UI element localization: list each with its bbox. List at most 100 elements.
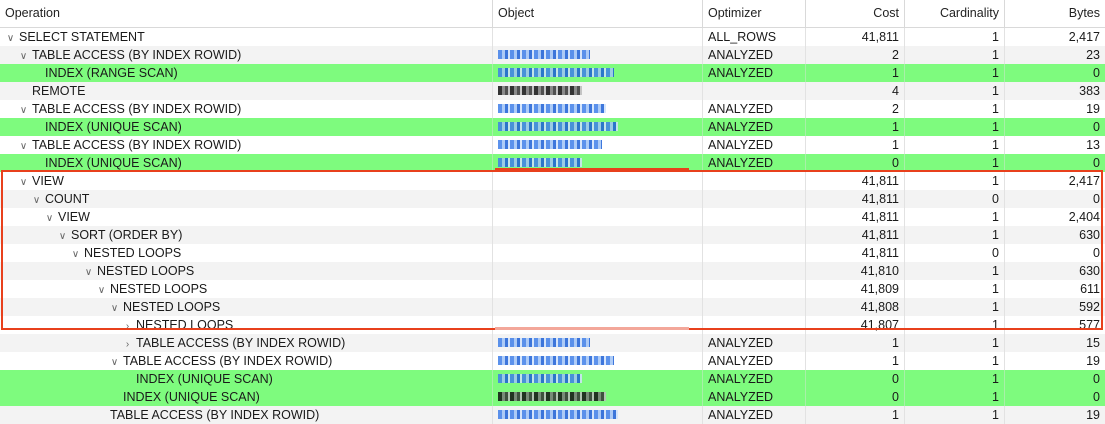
header-bytes[interactable]: Bytes [1005,0,1105,27]
bytes-cell: 0 [1093,156,1100,170]
plan-row[interactable]: ∨TABLE ACCESS (BY INDEX ROWID)ANALYZED11… [0,406,1105,424]
operation-cell: › TABLE ACCESS (BY INDEX ROWID) [0,334,493,352]
operation-cell: ∨TABLE ACCESS (BY INDEX ROWID) [0,46,493,64]
redacted-object-name [498,68,614,77]
collapse-chevron-icon[interactable]: ∨ [95,282,108,298]
plan-row[interactable]: ∨ COUNT 41,811 0 0 [0,190,1105,208]
optimizer-cell [703,172,806,190]
operation-label: SELECT STATEMENT [19,30,145,44]
bytes-cell: 19 [1086,408,1100,422]
cardinality-cell: 1 [905,406,1005,424]
operation-label: INDEX (UNIQUE SCAN) [123,390,260,404]
plan-row[interactable]: ∨TABLE ACCESS (BY INDEX ROWID)ANALYZED11… [0,136,1105,154]
optimizer-cell: ALL_ROWS [703,28,806,46]
redacted-object-name [498,104,606,113]
cardinality-cell: 1 [905,298,1005,316]
cost-cell: 41,811 [806,190,905,208]
cardinality-cell: 1 [905,370,1005,388]
optimizer-cell [703,280,806,298]
collapse-chevron-icon[interactable]: ∨ [17,102,30,118]
expand-chevron-icon[interactable]: › [121,336,134,352]
bytes-cell: 630 [1079,228,1100,242]
expand-chevron-icon[interactable]: › [121,318,134,334]
cardinality-cell: 1 [905,226,1005,244]
grid-header: Operation Object Optimizer Cost Cardinal… [0,0,1105,28]
plan-row[interactable]: ∨ NESTED LOOPS 41,811 0 0 [0,244,1105,262]
selection-top-marker [495,168,689,170]
plan-row[interactable]: ∨ TABLE ACCESS (BY INDEX ROWID) ANALYZED 2 1… [0,46,1105,64]
operation-label: NESTED LOOPS [136,318,234,332]
plan-row[interactable]: ∨ NESTED LOOPS 41,808 1 592 [0,298,1105,316]
operation-label: INDEX (UNIQUE SCAN) [45,120,182,134]
operation-cell: ∨REMOTE [0,82,493,100]
header-object[interactable]: Object [493,0,703,27]
operation-label: INDEX (UNIQUE SCAN) [45,156,182,170]
plan-row[interactable]: ∨TABLE ACCESS (BY INDEX ROWID)ANALYZED11… [0,352,1105,370]
cost-cell: 0 [806,154,905,172]
plan-row[interactable]: ∨REMOTE 41 383 [0,82,1105,100]
header-optimizer[interactable]: Optimizer [703,0,806,27]
operation-cell: ∨TABLE ACCESS (BY INDEX ROWID) [0,136,493,154]
collapse-chevron-icon[interactable]: ∨ [30,192,43,208]
optimizer-cell: ANALYZED [703,118,806,136]
plan-row[interactable]: ∨ SELECT STATEMENT ALL_ROWS 41,811 1 2,417 [0,28,1105,46]
operation-label: VIEW [58,210,90,224]
redacted-object-name [498,158,582,167]
optimizer-cell: ANALYZED [703,64,806,82]
cardinality-cell: 1 [905,262,1005,280]
object-cell [493,100,703,118]
optimizer-cell: ANALYZED [703,154,806,172]
object-cell [493,190,703,208]
collapse-chevron-icon[interactable]: ∨ [17,138,30,154]
header-cardinality[interactable]: Cardinality [905,0,1005,27]
bytes-cell: 0 [1093,192,1100,206]
cardinality-cell: 1 [905,100,1005,118]
optimizer-cell [703,244,806,262]
operation-label: NESTED LOOPS [110,282,208,296]
operation-label: TABLE ACCESS (BY INDEX ROWID) [32,48,242,62]
operation-label: TABLE ACCESS (BY INDEX ROWID) [32,138,242,152]
operation-cell: ∨ SELECT STATEMENT [0,28,493,46]
operation-label: SORT (ORDER BY) [71,228,183,242]
operation-cell: ∨ NESTED LOOPS [0,262,493,280]
cardinality-cell: 1 [905,154,1005,172]
plan-row[interactable]: ∨ NESTED LOOPS 41,810 1 630 [0,262,1105,280]
plan-row[interactable]: ∨ VIEW 41,811 1 2,417 [0,172,1105,190]
plan-row[interactable]: ∨ SORT (ORDER BY) 41,811 1 630 [0,226,1105,244]
plan-row[interactable]: › TABLE ACCESS (BY INDEX ROWID) ANALYZED 1 1… [0,334,1105,352]
collapse-chevron-icon[interactable]: ∨ [82,264,95,280]
plan-row[interactable]: ∨INDEX (UNIQUE SCAN)ANALYZED010 [0,370,1105,388]
plan-row[interactable]: ∨ VIEW 41,811 1 2,404 [0,208,1105,226]
bytes-cell: 2,417 [1068,174,1100,188]
operation-cell: › NESTED LOOPS [0,316,493,334]
collapse-chevron-icon[interactable]: ∨ [17,48,30,64]
plan-row[interactable]: ∨ TABLE ACCESS (BY INDEX ROWID) ANALYZED 2 1… [0,100,1105,118]
bytes-cell: 0 [1093,372,1100,386]
collapse-chevron-icon[interactable]: ∨ [69,246,82,262]
object-cell [493,208,703,226]
plan-row[interactable]: ∨ NESTED LOOPS 41,809 1 611 [0,280,1105,298]
collapse-chevron-icon[interactable]: ∨ [56,228,69,244]
object-cell [493,280,703,298]
cost-cell: 41,811 [806,172,905,190]
plan-row[interactable]: ∨INDEX (RANGE SCAN)ANALYZED110 [0,64,1105,82]
optimizer-cell [703,262,806,280]
collapse-chevron-icon[interactable]: ∨ [43,210,56,226]
plan-row[interactable]: › NESTED LOOPS 41,807 1 577 [0,316,1105,334]
header-cost[interactable]: Cost [806,0,905,27]
selection-bottom-marker [495,327,689,330]
collapse-chevron-icon[interactable]: ∨ [108,354,121,370]
optimizer-cell: ANALYZED [703,46,806,64]
collapse-chevron-icon[interactable]: ∨ [108,300,121,316]
operation-cell: ∨ NESTED LOOPS [0,280,493,298]
collapse-chevron-icon[interactable]: ∨ [4,30,17,46]
bytes-cell: 23 [1086,48,1100,62]
cost-cell: 41,809 [806,280,905,298]
bytes-cell: 2,417 [1068,30,1100,44]
plan-row[interactable]: ∨INDEX (UNIQUE SCAN)ANALYZED110 [0,118,1105,136]
cardinality-cell: 0 [905,244,1005,262]
cost-cell: 4 [806,82,905,100]
header-operation[interactable]: Operation [0,0,493,27]
plan-row[interactable]: ∨INDEX (UNIQUE SCAN)ANALYZED010 [0,388,1105,406]
collapse-chevron-icon[interactable]: ∨ [17,174,30,190]
